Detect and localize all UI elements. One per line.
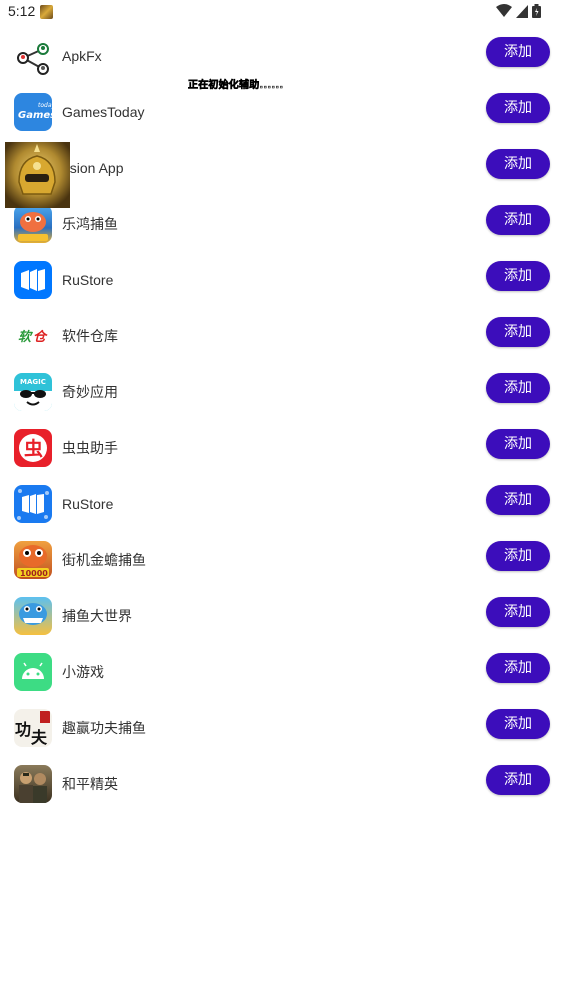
svg-text:夫: 夫 bbox=[31, 728, 48, 747]
list-item[interactable]: 捕鱼大世界 添加 bbox=[0, 588, 565, 644]
add-button[interactable]: 添加 bbox=[486, 597, 550, 627]
list-item[interactable]: 软仓 软件仓库 添加 bbox=[0, 308, 565, 364]
app-name: 奇妙应用 bbox=[62, 384, 118, 400]
app-name: ApkFx bbox=[62, 48, 102, 64]
list-item[interactable]: todayGames GamesToday 添加 bbox=[0, 84, 565, 140]
battery-icon bbox=[532, 4, 541, 18]
app-name: 虫虫助手 bbox=[62, 440, 118, 456]
status-bar: 5:12 bbox=[0, 0, 565, 24]
svg-text:仓: 仓 bbox=[33, 329, 48, 345]
add-button[interactable]: 添加 bbox=[486, 261, 550, 291]
wifi-icon bbox=[496, 4, 512, 17]
svg-text:today: today bbox=[38, 102, 52, 109]
add-button[interactable]: 添加 bbox=[486, 485, 550, 515]
rustore-icon bbox=[14, 261, 52, 299]
android-icon bbox=[14, 653, 52, 691]
add-button[interactable]: 添加 bbox=[486, 653, 550, 683]
add-button[interactable]: 添加 bbox=[486, 709, 550, 739]
app-name: RuStore bbox=[62, 496, 114, 512]
app-name: usion App bbox=[62, 160, 124, 176]
initializing-overlay-text: 正在初始化辅助...... bbox=[188, 80, 284, 92]
list-item[interactable]: 10000 街机金蟾捕鱼 添加 bbox=[0, 532, 565, 588]
svg-text:Games: Games bbox=[18, 110, 52, 121]
app-name: GamesToday bbox=[62, 104, 145, 120]
share-nodes-icon bbox=[14, 37, 52, 75]
svg-text:MAGIC: MAGIC bbox=[20, 378, 46, 386]
gamestoday-icon: todayGames bbox=[14, 93, 52, 131]
app-name: 街机金蟾捕鱼 bbox=[62, 552, 146, 568]
list-item[interactable]: 乐鸿捕鱼 添加 bbox=[0, 196, 565, 252]
app-name: 捕鱼大世界 bbox=[62, 608, 132, 624]
app-notification-icon bbox=[40, 5, 53, 19]
app-name: 乐鸿捕鱼 bbox=[62, 216, 118, 232]
list-item[interactable]: usion App 添加 bbox=[0, 140, 565, 196]
add-button[interactable]: 添加 bbox=[486, 93, 550, 123]
svg-text:软: 软 bbox=[18, 329, 34, 345]
chongchong-icon: 虫 bbox=[14, 429, 52, 467]
magic-app-icon: MAGIC bbox=[14, 373, 52, 411]
arcade-toad-icon: 10000 bbox=[14, 541, 52, 579]
app-name: 趣赢功夫捕鱼 bbox=[62, 720, 146, 736]
shark-game-icon bbox=[14, 597, 52, 635]
fish-game-icon bbox=[14, 205, 52, 243]
rustore-icon bbox=[14, 485, 52, 523]
app-name: 软件仓库 bbox=[62, 328, 118, 344]
app-name: 和平精英 bbox=[62, 776, 118, 792]
status-time: 5:12 bbox=[8, 3, 36, 19]
add-button[interactable]: 添加 bbox=[486, 429, 550, 459]
cell-signal-icon bbox=[516, 4, 528, 18]
status-icons bbox=[496, 4, 541, 18]
add-button[interactable]: 添加 bbox=[486, 373, 550, 403]
list-item[interactable]: 和平精英 添加 bbox=[0, 756, 565, 812]
list-item[interactable]: MAGIC 奇妙应用 添加 bbox=[0, 364, 565, 420]
svg-text:10000: 10000 bbox=[20, 569, 48, 578]
add-button[interactable]: 添加 bbox=[486, 317, 550, 347]
software-repo-icon: 软仓 bbox=[14, 317, 52, 355]
app-name: 小游戏 bbox=[62, 664, 104, 680]
list-item[interactable]: 功夫 趣赢功夫捕鱼 添加 bbox=[0, 700, 565, 756]
list-item[interactable]: RuStore 添加 bbox=[0, 476, 565, 532]
add-button[interactable]: 添加 bbox=[486, 37, 550, 67]
app-name: RuStore bbox=[62, 272, 114, 288]
peacekeeper-elite-icon bbox=[14, 765, 52, 803]
list-item[interactable]: 虫 虫虫助手 添加 bbox=[0, 420, 565, 476]
add-button[interactable]: 添加 bbox=[486, 205, 550, 235]
add-button[interactable]: 添加 bbox=[486, 765, 550, 795]
list-item[interactable]: 小游戏 添加 bbox=[0, 644, 565, 700]
svg-text:虫: 虫 bbox=[24, 437, 43, 460]
list-item[interactable]: RuStore 添加 bbox=[0, 252, 565, 308]
floating-game-icon[interactable] bbox=[5, 142, 70, 208]
svg-text:功: 功 bbox=[15, 720, 31, 739]
add-button[interactable]: 添加 bbox=[486, 541, 550, 571]
add-button[interactable]: 添加 bbox=[486, 149, 550, 179]
kungfu-fish-icon: 功夫 bbox=[14, 709, 52, 747]
